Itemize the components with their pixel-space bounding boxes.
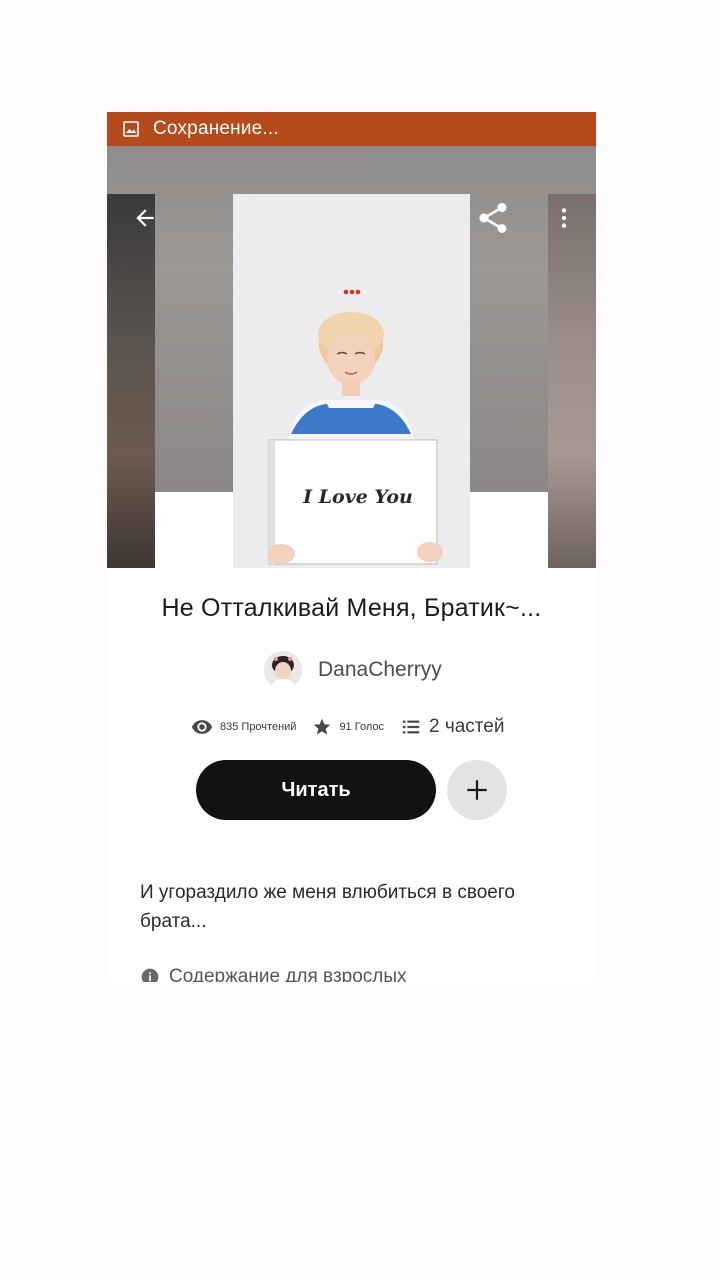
- cover-carousel[interactable]: I Love You: [107, 146, 596, 568]
- hearts-decoration: [343, 289, 361, 295]
- share-button[interactable]: [471, 196, 515, 240]
- star-icon: [314, 718, 331, 735]
- parts-count: 2 частей: [429, 716, 505, 737]
- story-description: И угораздило же меня влюбиться в своего …: [140, 882, 515, 932]
- author-name: DanaCherryy: [318, 658, 442, 681]
- back-button[interactable]: [123, 196, 167, 240]
- previous-cover[interactable]: [107, 194, 155, 568]
- author-link[interactable]: DanaCherryy: [264, 648, 442, 692]
- story-title: Не Отталкивай Меня, Братик~...: [161, 594, 542, 622]
- votes-stat: 91 Голос: [312, 717, 384, 737]
- list-icon: [402, 720, 420, 734]
- mature-content-label: Содержание для взрослых: [169, 966, 407, 982]
- arrow-left-icon: [136, 209, 154, 227]
- add-to-library-button[interactable]: [447, 760, 507, 820]
- parts-stat[interactable]: 2 частей: [400, 716, 504, 738]
- download-status-bar: Сохранение...: [107, 112, 596, 146]
- avatar: [264, 651, 302, 689]
- status-text: Сохранение...: [153, 118, 279, 139]
- story-stats: 835 Прочтений 91 Голос 2 частей: [191, 712, 520, 742]
- info-icon: [141, 968, 159, 982]
- app-screen: Сохранение... I Love You Не Отталкивай М…: [107, 112, 596, 982]
- more-vertical-icon: [561, 208, 567, 228]
- cover-caption: I Love You: [303, 486, 413, 508]
- plus-icon: [467, 780, 487, 800]
- cover-illustration: [233, 194, 470, 568]
- image-icon: [123, 121, 139, 137]
- mature-content-notice: Содержание для взрослых: [140, 964, 407, 982]
- more-options-button[interactable]: [542, 196, 586, 240]
- reads-count: 835 Прочтений: [220, 721, 297, 733]
- story-cover[interactable]: I Love You: [233, 194, 470, 568]
- reads-stat: 835 Прочтений: [191, 716, 296, 738]
- votes-count: 91 Голос: [339, 721, 384, 733]
- share-icon: [479, 203, 507, 233]
- read-button[interactable]: Читать: [196, 760, 436, 820]
- eye-icon: [191, 720, 213, 734]
- next-cover[interactable]: [548, 194, 596, 568]
